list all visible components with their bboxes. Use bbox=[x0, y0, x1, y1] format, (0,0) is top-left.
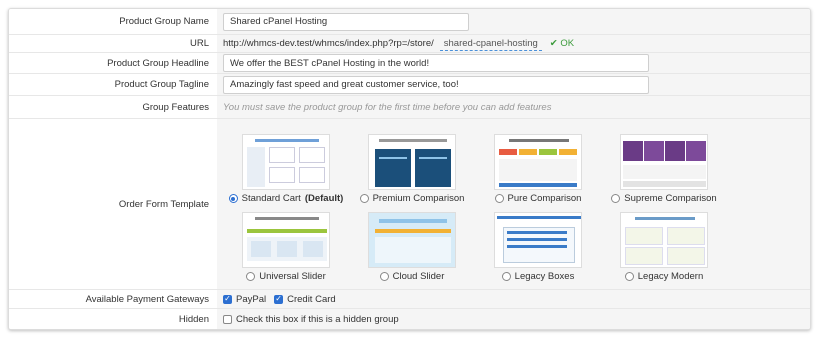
row-hidden: Hidden Check this box if this is a hidde… bbox=[9, 309, 810, 329]
tagline-input[interactable]: Amazingly fast speed and great customer … bbox=[223, 75, 649, 94]
gateways-label: Available Payment Gateways bbox=[9, 290, 217, 308]
row-url: URL http://whmcs-dev.test/whmcs/index.ph… bbox=[9, 35, 810, 53]
url-ok-status: ✔ OK bbox=[549, 38, 575, 49]
supreme-comparison-label: Supreme Comparison bbox=[624, 193, 717, 204]
row-group-name: Product Group Name Shared cPanel Hosting bbox=[9, 9, 810, 35]
legacy-boxes-radio[interactable] bbox=[501, 272, 511, 281]
product-group-form: Product Group Name Shared cPanel Hosting… bbox=[8, 8, 811, 330]
template-grid: Standard Cart (Default) Premium Comparis… bbox=[223, 119, 803, 289]
cloud-slider-thumbnail[interactable] bbox=[368, 212, 456, 268]
supreme-comparison-thumbnail[interactable] bbox=[620, 134, 708, 190]
supreme-comparison-radio[interactable] bbox=[611, 194, 621, 203]
universal-slider-radio[interactable] bbox=[246, 272, 256, 281]
premium-comparison-label: Premium Comparison bbox=[372, 193, 465, 204]
group-name-label: Product Group Name bbox=[9, 9, 217, 34]
gateway-paypal[interactable]: ✓ PayPal bbox=[223, 294, 266, 305]
hidden-text: Check this box if this is a hidden group bbox=[236, 313, 399, 325]
template-universal-slider[interactable]: Universal Slider bbox=[223, 212, 349, 282]
url-label: URL bbox=[9, 35, 217, 52]
template-standard-cart[interactable]: Standard Cart (Default) bbox=[223, 134, 349, 204]
gateway-credit-card[interactable]: ✓ Credit Card bbox=[274, 294, 336, 305]
template-premium-comparison[interactable]: Premium Comparison bbox=[349, 134, 475, 204]
template-label: Order Form Template bbox=[9, 119, 217, 289]
hidden-label: Hidden bbox=[9, 309, 217, 329]
standard-cart-radio[interactable] bbox=[228, 194, 238, 203]
pure-comparison-label: Pure Comparison bbox=[507, 193, 582, 204]
cloud-slider-radio[interactable] bbox=[379, 272, 389, 281]
credit-card-label: Credit Card bbox=[287, 293, 336, 305]
pure-comparison-thumbnail[interactable] bbox=[494, 134, 582, 190]
hidden-checkbox[interactable] bbox=[223, 314, 232, 324]
legacy-modern-thumbnail[interactable] bbox=[620, 212, 708, 268]
row-template: Order Form Template Standard Cart (Defau… bbox=[9, 119, 810, 290]
premium-comparison-thumbnail[interactable] bbox=[368, 134, 456, 190]
row-tagline: Product Group Tagline Amazingly fast spe… bbox=[9, 74, 810, 96]
features-hint: You must save the product group for the … bbox=[223, 101, 552, 113]
features-label: Group Features bbox=[9, 96, 217, 118]
url-slug-input[interactable]: shared-cpanel-hosting bbox=[439, 37, 542, 51]
standard-cart-label: Standard Cart bbox=[241, 193, 301, 204]
standard-cart-thumbnail[interactable] bbox=[242, 134, 330, 190]
row-headline: Product Group Headline We offer the BEST… bbox=[9, 53, 810, 74]
hidden-option[interactable]: Check this box if this is a hidden group bbox=[223, 314, 399, 325]
template-legacy-boxes[interactable]: Legacy Boxes bbox=[475, 212, 601, 282]
legacy-boxes-thumbnail[interactable] bbox=[494, 212, 582, 268]
row-gateways: Available Payment Gateways ✓ PayPal ✓ Cr… bbox=[9, 290, 810, 309]
universal-slider-thumbnail[interactable] bbox=[242, 212, 330, 268]
template-pure-comparison[interactable]: Pure Comparison bbox=[475, 134, 601, 204]
headline-input[interactable]: We offer the BEST cPanel Hosting in the … bbox=[223, 54, 649, 72]
headline-label: Product Group Headline bbox=[9, 53, 217, 73]
legacy-modern-radio[interactable] bbox=[624, 272, 634, 281]
legacy-boxes-label: Legacy Boxes bbox=[514, 271, 575, 282]
row-features: Group Features You must save the product… bbox=[9, 96, 810, 119]
tagline-label: Product Group Tagline bbox=[9, 74, 217, 95]
pure-comparison-radio[interactable] bbox=[494, 194, 504, 203]
credit-card-checkbox[interactable]: ✓ bbox=[274, 294, 284, 304]
default-badge: (Default) bbox=[304, 193, 344, 204]
paypal-label: PayPal bbox=[236, 293, 267, 305]
group-name-input[interactable]: Shared cPanel Hosting bbox=[223, 12, 469, 31]
universal-slider-label: Universal Slider bbox=[259, 271, 326, 282]
paypal-checkbox[interactable]: ✓ bbox=[223, 294, 232, 304]
template-supreme-comparison[interactable]: Supreme Comparison bbox=[601, 134, 727, 204]
template-cloud-slider[interactable]: Cloud Slider bbox=[349, 212, 475, 282]
url-prefix: http://whmcs-dev.test/whmcs/index.php?rp… bbox=[223, 38, 434, 49]
legacy-modern-label: Legacy Modern bbox=[637, 271, 704, 282]
template-legacy-modern[interactable]: Legacy Modern bbox=[601, 212, 727, 282]
cloud-slider-label: Cloud Slider bbox=[392, 271, 445, 282]
premium-comparison-radio[interactable] bbox=[359, 194, 369, 203]
